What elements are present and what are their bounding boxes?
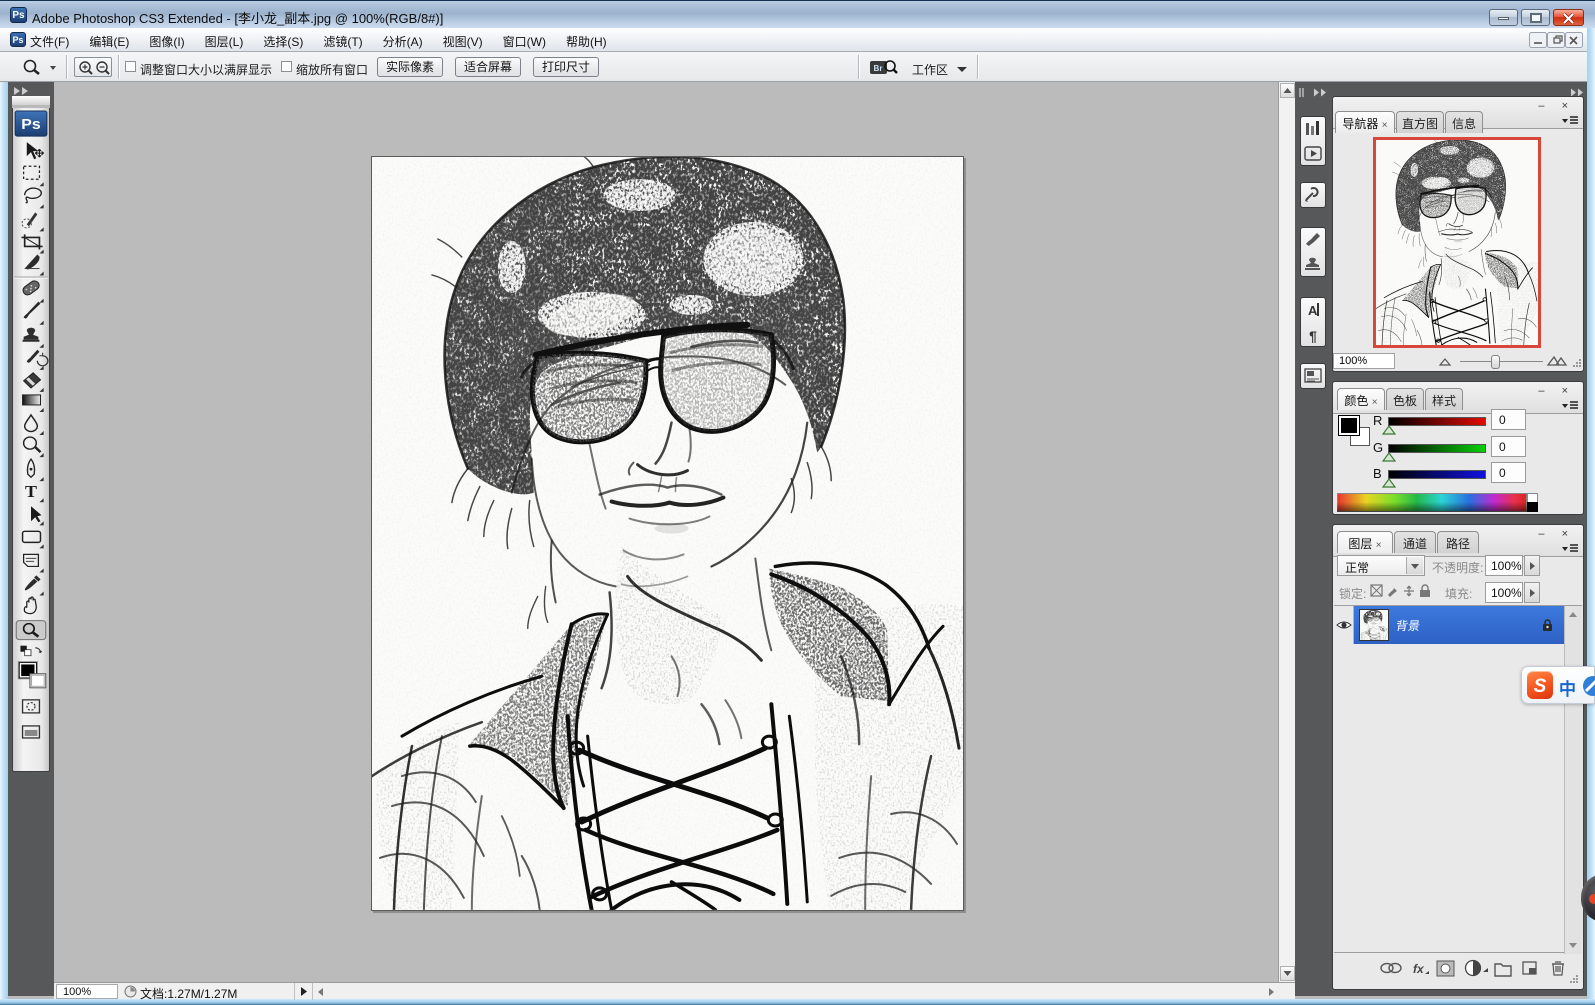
svg-text:¶: ¶ <box>1309 328 1317 344</box>
svg-text:Ps: Ps <box>21 116 40 133</box>
svg-text:Br: Br <box>874 64 883 73</box>
svg-text:T: T <box>25 482 37 501</box>
svg-text:S: S <box>1534 676 1547 697</box>
svg-text:A: A <box>1308 303 1318 318</box>
svg-text:fx: fx <box>1413 962 1425 976</box>
